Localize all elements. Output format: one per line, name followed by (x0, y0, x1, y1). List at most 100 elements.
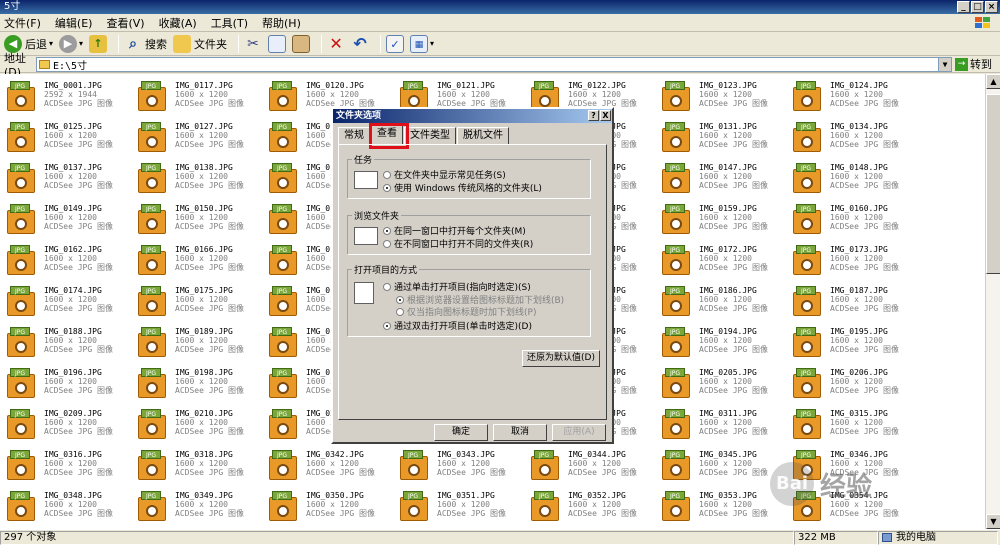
copy-button[interactable] (268, 34, 287, 54)
file-item[interactable]: JPG IMG_0349.JPG 1600 x 1200 ACDSee JPG 图像 (131, 484, 259, 524)
file-item[interactable]: JPG IMG_0205.JPG 1600 x 1200 ACDSee JPG 图像 (655, 361, 783, 401)
menu-favorites[interactable]: 收藏(A) (159, 15, 197, 31)
close-button[interactable]: × (985, 1, 998, 13)
file-item[interactable]: JPG IMG_0318.JPG 1600 x 1200 ACDSee JPG 图像 (131, 443, 259, 483)
file-item[interactable]: JPG IMG_0186.JPG 1600 x 1200 ACDSee JPG 图像 (655, 279, 783, 319)
file-item[interactable]: JPG IMG_0134.JPG 1600 x 1200 ACDSee JPG 图像 (786, 115, 914, 155)
radio-same-window[interactable]: 在同一窗口中打开每个文件夹(M) (383, 224, 526, 237)
scroll-down-icon[interactable]: ▼ (986, 514, 1000, 529)
file-item[interactable]: JPG IMG_0148.JPG 1600 x 1200 ACDSee JPG 图像 (786, 156, 914, 196)
menu-file[interactable]: 文件(F) (4, 15, 41, 31)
cancel-button[interactable]: 取消 (493, 424, 547, 441)
properties-button[interactable]: ✓ (386, 34, 405, 54)
file-item[interactable]: JPG IMG_0173.JPG 1600 x 1200 ACDSee JPG 图像 (786, 238, 914, 278)
up-folder-button[interactable]: ↑ (89, 34, 108, 54)
file-item[interactable]: JPG IMG_0166.JPG 1600 x 1200 ACDSee JPG 图像 (131, 238, 259, 278)
file-item[interactable]: JPG IMG_0117.JPG 1600 x 1200 ACDSee JPG 图像 (131, 74, 259, 114)
undo-button[interactable]: ↶ (351, 34, 369, 54)
radio-button[interactable] (396, 307, 404, 316)
file-item[interactable]: JPG IMG_0137.JPG 1600 x 1200 ACDSee JPG 图像 (0, 156, 128, 196)
file-item[interactable]: JPG IMG_0343.JPG 1600 x 1200 ACDSee JPG 图像 (393, 443, 521, 483)
scroll-thumb[interactable] (986, 94, 1000, 274)
menu-help[interactable]: 帮助(H) (262, 15, 301, 31)
address-input[interactable]: E:\5寸 ▼ (36, 56, 952, 72)
views-button[interactable]: ▦ ▾ (410, 34, 434, 54)
tab-general[interactable]: 常规 (338, 127, 370, 144)
file-item[interactable]: JPG IMG_0196.JPG 1600 x 1200 ACDSee JPG 图像 (0, 361, 128, 401)
dialog-help-button[interactable]: ? (588, 110, 599, 121)
maximize-button[interactable]: □ (971, 1, 984, 13)
file-item[interactable]: JPG IMG_0150.JPG 1600 x 1200 ACDSee JPG 图像 (131, 197, 259, 237)
radio-button[interactable] (383, 226, 391, 235)
radio-button[interactable] (383, 321, 391, 330)
radio-button[interactable] (383, 239, 391, 248)
file-item[interactable]: JPG IMG_0149.JPG 1600 x 1200 ACDSee JPG 图像 (0, 197, 128, 237)
file-item[interactable]: JPG IMG_0187.JPG 1600 x 1200 ACDSee JPG 图像 (786, 279, 914, 319)
file-item[interactable]: JPG IMG_0001.JPG 2592 x 1944 ACDSee JPG 图像 (0, 74, 128, 114)
file-item[interactable]: JPG IMG_0159.JPG 1600 x 1200 ACDSee JPG 图像 (655, 197, 783, 237)
scroll-up-icon[interactable]: ▲ (986, 74, 1000, 89)
file-item[interactable]: JPG IMG_0172.JPG 1600 x 1200 ACDSee JPG 图像 (655, 238, 783, 278)
paste-button[interactable] (292, 34, 311, 54)
radio-button[interactable] (383, 282, 391, 291)
forward-dropdown-icon[interactable]: ▾ (79, 39, 83, 48)
file-item[interactable]: JPG IMG_0311.JPG 1600 x 1200 ACDSee JPG 图像 (655, 402, 783, 442)
radio-button[interactable] (383, 170, 391, 179)
tab-offline-files[interactable]: 脱机文件 (457, 127, 509, 144)
radio-separate-window[interactable]: 在不同窗口中打开不同的文件夹(R) (383, 237, 533, 250)
file-item[interactable]: JPG IMG_0131.JPG 1600 x 1200 ACDSee JPG 图像 (655, 115, 783, 155)
file-item[interactable]: JPG IMG_0138.JPG 1600 x 1200 ACDSee JPG 图像 (131, 156, 259, 196)
file-item[interactable]: JPG IMG_0206.JPG 1600 x 1200 ACDSee JPG 图像 (786, 361, 914, 401)
radio-button[interactable] (396, 295, 404, 304)
file-item[interactable]: JPG IMG_0348.JPG 1600 x 1200 ACDSee JPG 图像 (0, 484, 128, 524)
file-item[interactable]: JPG IMG_0127.JPG 1600 x 1200 ACDSee JPG 图像 (131, 115, 259, 155)
file-item[interactable]: JPG IMG_0198.JPG 1600 x 1200 ACDSee JPG 图像 (131, 361, 259, 401)
file-item[interactable]: JPG IMG_0175.JPG 1600 x 1200 ACDSee JPG 图像 (131, 279, 259, 319)
file-item[interactable]: JPG IMG_0124.JPG 1600 x 1200 ACDSee JPG 图像 (786, 74, 914, 114)
apply-button[interactable]: 应用(A) (552, 424, 606, 441)
radio-show-common-tasks[interactable]: 在文件夹中显示常见任务(S) (383, 168, 506, 181)
file-item[interactable]: JPG IMG_0344.JPG 1600 x 1200 ACDSee JPG 图像 (524, 443, 652, 483)
file-item[interactable]: JPG IMG_0174.JPG 1600 x 1200 ACDSee JPG 图像 (0, 279, 128, 319)
menu-tools[interactable]: 工具(T) (211, 15, 248, 31)
back-dropdown-icon[interactable]: ▾ (49, 39, 53, 48)
radio-underline-point[interactable]: 仅当指向图标标题时加下划线(P) (396, 305, 536, 318)
ok-button[interactable]: 确定 (434, 424, 488, 441)
tab-file-types[interactable]: 文件类型 (404, 127, 456, 144)
go-button[interactable]: → 转到 (955, 56, 992, 72)
menu-view[interactable]: 查看(V) (106, 15, 144, 31)
radio-single-click[interactable]: 通过单击打开项目(指向时选定)(S) (383, 280, 531, 293)
file-item[interactable]: JPG IMG_0350.JPG 1600 x 1200 ACDSee JPG 图像 (262, 484, 390, 524)
file-item[interactable]: JPG IMG_0123.JPG 1600 x 1200 ACDSee JPG 图像 (655, 74, 783, 114)
dialog-close-button[interactable]: X (600, 110, 611, 121)
file-item[interactable]: JPG IMG_0351.JPG 1600 x 1200 ACDSee JPG 图像 (393, 484, 521, 524)
file-item[interactable]: JPG IMG_0147.JPG 1600 x 1200 ACDSee JPG 图像 (655, 156, 783, 196)
file-item[interactable]: JPG IMG_0160.JPG 1600 x 1200 ACDSee JPG 图像 (786, 197, 914, 237)
file-item[interactable]: JPG IMG_0342.JPG 1600 x 1200 ACDSee JPG 图像 (262, 443, 390, 483)
file-item[interactable]: JPG IMG_0189.JPG 1600 x 1200 ACDSee JPG 图像 (131, 320, 259, 360)
radio-button[interactable] (383, 183, 391, 192)
forward-button[interactable]: ▶ ▾ (59, 34, 83, 54)
folders-button[interactable]: 文件夹 (173, 34, 227, 54)
delete-button[interactable]: ✕ (327, 34, 345, 54)
views-dropdown-icon[interactable]: ▾ (430, 39, 434, 48)
vertical-scrollbar[interactable]: ▲ ▼ (985, 74, 1000, 529)
file-item[interactable]: JPG IMG_0162.JPG 1600 x 1200 ACDSee JPG 图像 (0, 238, 128, 278)
search-button[interactable]: ⌕ 搜索 (124, 34, 167, 54)
minimize-button[interactable]: _ (957, 1, 970, 13)
file-item[interactable]: JPG IMG_0316.JPG 1600 x 1200 ACDSee JPG 图像 (0, 443, 128, 483)
cut-button[interactable]: ✂ (244, 34, 262, 54)
file-item[interactable]: JPG IMG_0352.JPG 1600 x 1200 ACDSee JPG 图像 (524, 484, 652, 524)
radio-double-click[interactable]: 通过双击打开项目(单击时选定)(D) (383, 319, 532, 332)
file-item[interactable]: JPG IMG_0353.JPG 1600 x 1200 ACDSee JPG 图像 (655, 484, 783, 524)
file-item[interactable]: JPG IMG_0345.JPG 1600 x 1200 ACDSee JPG 图像 (655, 443, 783, 483)
file-item[interactable]: JPG IMG_0125.JPG 1600 x 1200 ACDSee JPG 图像 (0, 115, 128, 155)
file-item[interactable]: JPG IMG_0210.JPG 1600 x 1200 ACDSee JPG 图像 (131, 402, 259, 442)
file-item[interactable]: JPG IMG_0315.JPG 1600 x 1200 ACDSee JPG 图像 (786, 402, 914, 442)
radio-classic-folders[interactable]: 使用 Windows 传统风格的文件夹(L) (383, 181, 542, 194)
file-item[interactable]: JPG IMG_0188.JPG 1600 x 1200 ACDSee JPG 图像 (0, 320, 128, 360)
file-item[interactable]: JPG IMG_0194.JPG 1600 x 1200 ACDSee JPG 图像 (655, 320, 783, 360)
menu-edit[interactable]: 编辑(E) (55, 15, 93, 31)
file-item[interactable]: JPG IMG_0195.JPG 1600 x 1200 ACDSee JPG 图像 (786, 320, 914, 360)
address-dropdown-icon[interactable]: ▼ (938, 57, 951, 71)
